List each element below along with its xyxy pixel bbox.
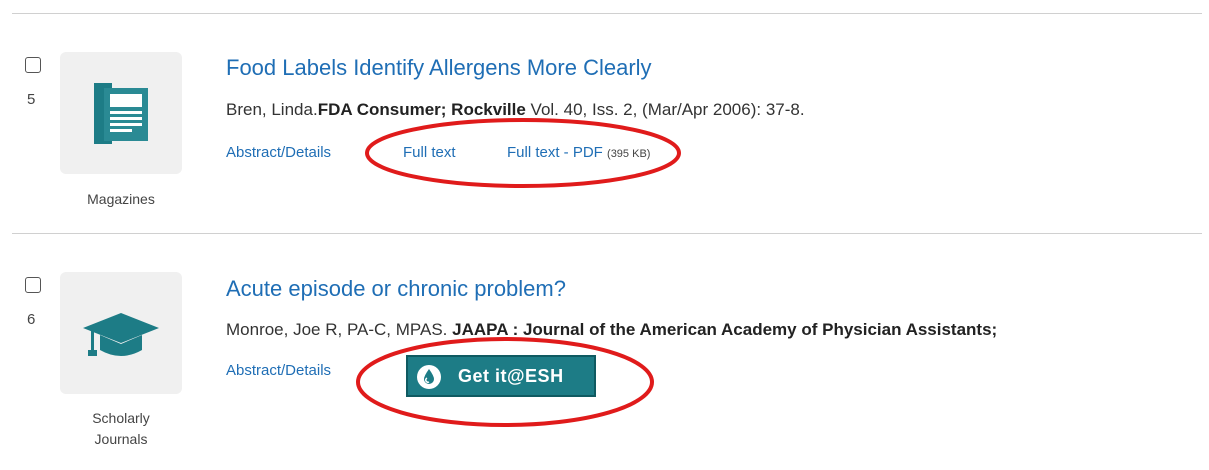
pdf-size: (395 KB)	[607, 148, 651, 160]
abstract-details-link[interactable]: Abstract/Details	[226, 362, 331, 379]
select-checkbox[interactable]	[25, 57, 41, 73]
select-checkbox[interactable]	[25, 277, 41, 293]
author: Bren, Linda.	[226, 100, 318, 119]
author: Monroe, Joe R, PA-C, MPAS.	[226, 320, 448, 339]
get-it-esh-label: Get it@ESH	[458, 366, 564, 386]
citation: Monroe, Joe R, PA-C, MPAS. JAAPA : Journ…	[226, 320, 997, 340]
pdf-link-label: Full text - PDF	[507, 144, 603, 161]
document-type-label: Scholarly Journals	[60, 408, 182, 450]
result-title-link[interactable]: Food Labels Identify Allergens More Clea…	[226, 55, 652, 81]
graduation-cap-icon	[83, 313, 159, 356]
result-divider	[12, 233, 1202, 234]
document-type-thumbnail[interactable]	[60, 52, 182, 174]
result-number: 5	[27, 91, 36, 108]
publication-details: Vol. 40, Iss. 2, (Mar/Apr 2006): 37-8.	[525, 100, 805, 119]
result-number: 6	[27, 311, 36, 328]
document-type-label: Magazines	[87, 191, 155, 207]
document-type-thumbnail[interactable]	[60, 272, 182, 394]
get-it-esh-button[interactable]: Get it@ESH	[406, 355, 596, 397]
document-type-line-2: Journals	[94, 431, 148, 447]
result-title-link[interactable]: Acute episode or chronic problem?	[226, 276, 566, 302]
drop-icon	[417, 365, 441, 389]
citation: Bren, Linda.FDA Consumer; Rockville Vol.…	[226, 100, 805, 120]
full-text-link[interactable]: Full text	[403, 144, 456, 161]
publication-title[interactable]: JAAPA : Journal of the American Academy …	[452, 320, 997, 339]
magazine-icon	[94, 83, 148, 144]
publication-title[interactable]: FDA Consumer; Rockville	[318, 100, 526, 119]
document-type-line-1: Scholarly	[92, 410, 150, 426]
abstract-details-link[interactable]: Abstract/Details	[226, 144, 331, 161]
full-text-pdf-link[interactable]: Full text - PDF (395 KB)	[507, 144, 650, 161]
top-divider	[12, 13, 1202, 14]
